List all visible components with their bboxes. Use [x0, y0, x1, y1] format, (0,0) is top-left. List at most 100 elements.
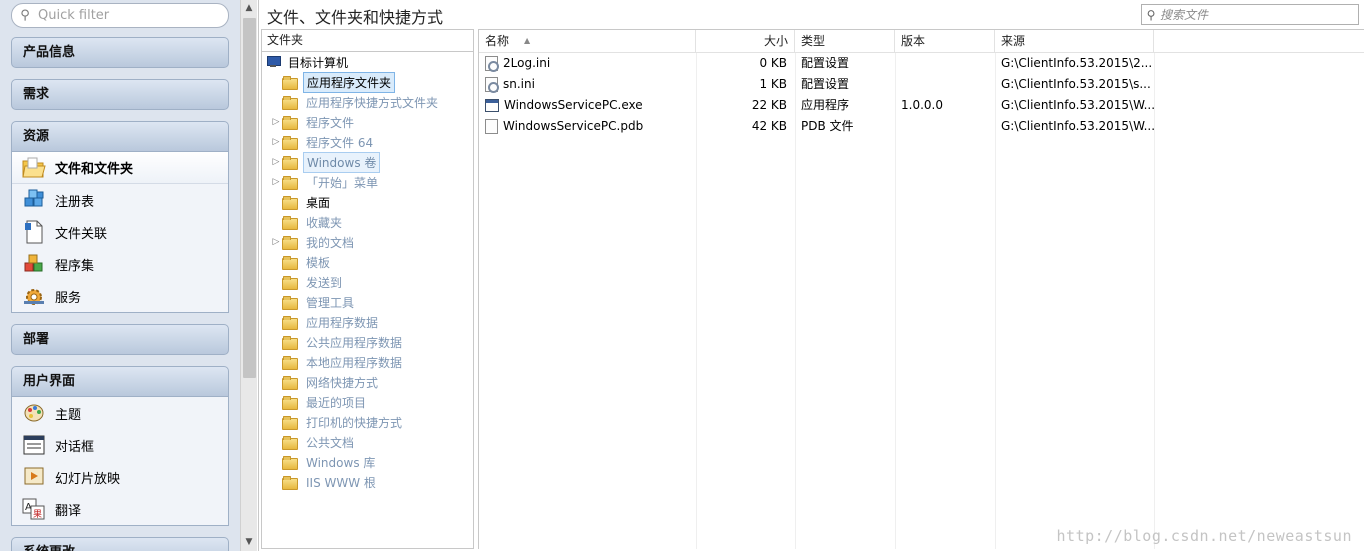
column-header-type[interactable]: 类型: [795, 30, 895, 53]
nav-item-services[interactable]: 服务: [12, 280, 228, 312]
folder-icon: [282, 436, 298, 450]
column-header-size[interactable]: 大小: [696, 30, 795, 53]
file-name-cell: 2Log.ini: [479, 53, 696, 74]
file-type: 配置设置: [801, 56, 850, 70]
tree-item[interactable]: 打印机的快捷方式: [262, 412, 473, 432]
nav-group-header-user-interface[interactable]: 用户界面: [11, 366, 229, 397]
folder-icon: [282, 476, 298, 490]
nav-item-label: 注册表: [55, 194, 95, 210]
nav-group-body-resources: 文件和文件夹 注册表 文件关联 程序集 服务: [11, 152, 229, 313]
folder-icon: [282, 196, 298, 210]
expand-arrow-icon[interactable]: ▷: [270, 137, 282, 147]
tree-children: 应用程序文件夹 应用程序快捷方式文件夹 ▷ 程序文件 ▷ 程序文件 64 ▷ Windows …: [262, 71, 473, 492]
sort-ascending-icon: ▲: [524, 36, 531, 45]
tree-item[interactable]: 发送到: [262, 272, 473, 292]
tree-item-label: 收藏夹: [306, 215, 343, 230]
tree-item[interactable]: IIS WWW 根: [262, 472, 473, 492]
tree-item-label: 打印机的快捷方式: [306, 415, 403, 430]
quick-filter-box[interactable]: ⚲: [11, 3, 229, 28]
nav-item-dialogs[interactable]: 对话框: [12, 429, 228, 461]
tree-item[interactable]: 桌面: [262, 192, 473, 212]
tree-item[interactable]: 公共应用程序数据: [262, 332, 473, 352]
nav-item-files-folders[interactable]: 文件和文件夹: [12, 152, 228, 184]
tree-item[interactable]: 网络快捷方式: [262, 372, 473, 392]
folder-icon: [282, 156, 298, 170]
nav-group-header-product-info[interactable]: 产品信息: [11, 37, 229, 68]
nav-group-header-resources[interactable]: 资源: [11, 121, 229, 152]
nav-item-file-associations[interactable]: 文件关联: [12, 216, 228, 248]
folder-icon: [282, 416, 298, 430]
tree-item-label: 「开始」菜单: [306, 175, 379, 190]
expand-arrow-icon[interactable]: ▷: [270, 237, 282, 247]
left-nav-scrollbar[interactable]: ▲ ▼: [240, 0, 257, 551]
exe-file-icon: [485, 99, 499, 112]
search-icon: ⚲: [1146, 7, 1156, 22]
left-navigation-panel: ⚲ 产品信息 需求 资源 文件和文件夹 注册表: [0, 0, 240, 551]
file-size: 42 KB: [751, 119, 787, 133]
tree-item-label: 模板: [306, 255, 331, 270]
tree-item[interactable]: 公共文档: [262, 432, 473, 452]
computer-icon: [265, 56, 281, 68]
nav-item-label: 主题: [55, 407, 82, 423]
column-header-source[interactable]: 来源: [995, 30, 1154, 53]
tree-item-label: Windows 卷: [303, 151, 381, 173]
scroll-up-icon[interactable]: ▲: [241, 0, 257, 17]
nav-item-slideshow[interactable]: 幻灯片放映: [12, 461, 228, 493]
open-folder-icon: [21, 156, 47, 180]
tree-item-label: 桌面: [306, 195, 331, 210]
nav-item-registry[interactable]: 注册表: [12, 184, 228, 216]
nav-group-body-user-interface: 主题 对话框 幻灯片放映 A果 翻译: [11, 397, 229, 526]
file-row[interactable]: sn.ini 1 KB 配置设置 G:\ClientInfo.53.2015\s...: [479, 74, 1364, 95]
nav-item-label: 服务: [55, 290, 82, 306]
file-type: 应用程序: [801, 98, 850, 112]
tree-item[interactable]: ▷ Windows 卷: [262, 151, 473, 173]
tree-item[interactable]: 应用程序文件夹: [262, 71, 473, 93]
tree-item[interactable]: 本地应用程序数据: [262, 352, 473, 372]
scrollbar-thumb[interactable]: [243, 18, 256, 378]
tree-item[interactable]: 最近的项目: [262, 392, 473, 412]
nav-group-header-system-changes[interactable]: 系统更改: [11, 537, 229, 551]
tree-item[interactable]: 收藏夹: [262, 212, 473, 232]
main-content: 文件、文件夹和快捷方式 ⚲ 文件夹 目标计算机 应用程序文件夹应用程序快捷方式文…: [258, 0, 1364, 551]
file-search-input[interactable]: [1160, 7, 1350, 22]
tree-item[interactable]: 应用程序快捷方式文件夹: [262, 92, 473, 112]
file-row[interactable]: WindowsServicePC.exe 22 KB 应用程序 1.0.0.0 G:\C…: [479, 95, 1364, 116]
nav-group-header-deployment[interactable]: 部署: [11, 324, 229, 355]
nav-item-translation[interactable]: A果 翻译: [12, 493, 228, 525]
tree-item-label: Windows 库: [306, 455, 376, 470]
expand-arrow-icon[interactable]: ▷: [270, 177, 282, 187]
slideshow-icon: [21, 465, 47, 489]
column-divider: [795, 53, 796, 549]
file-row[interactable]: 2Log.ini 0 KB 配置设置 G:\ClientInfo.53.2015\2.…: [479, 53, 1364, 74]
tree-item-label: 公共文档: [306, 435, 355, 450]
tree-item[interactable]: ▷ 我的文档: [262, 232, 473, 252]
file-name-cell: sn.ini: [479, 74, 696, 95]
quick-filter-input[interactable]: [38, 8, 218, 23]
nav-group-header-requirements[interactable]: 需求: [11, 79, 229, 110]
tree-item[interactable]: ▷ 「开始」菜单: [262, 172, 473, 192]
tree-item[interactable]: 应用程序数据: [262, 312, 473, 332]
registry-cubes-icon: [21, 188, 47, 212]
file-list: 2Log.ini 0 KB 配置设置 G:\ClientInfo.53.2015\2.…: [479, 53, 1364, 137]
tree-item[interactable]: 模板: [262, 252, 473, 272]
watermark-text: http://blog.csdn.net/neweastsun: [1056, 527, 1352, 545]
expand-arrow-icon[interactable]: ▷: [270, 157, 282, 167]
nav-item-assemblies[interactable]: 程序集: [12, 248, 228, 280]
tree-item[interactable]: 管理工具: [262, 292, 473, 312]
column-header-version[interactable]: 版本: [895, 30, 995, 53]
tree-item[interactable]: ▷ 程序文件 64: [262, 132, 473, 152]
tree-item-target-computer[interactable]: 目标计算机: [262, 52, 473, 72]
file-search-box[interactable]: ⚲: [1141, 4, 1359, 25]
palette-icon: [21, 401, 47, 425]
nav-item-themes[interactable]: 主题: [12, 397, 228, 429]
file-row[interactable]: WindowsServicePC.pdb 42 KB PDB 文件 G:\Client…: [479, 116, 1364, 137]
column-header-name[interactable]: 名称 ▲: [479, 30, 696, 53]
tree-item-label: 最近的项目: [306, 395, 367, 410]
file-size: 22 KB: [751, 98, 787, 112]
tree-item[interactable]: Windows 库: [262, 452, 473, 472]
tree-item-label: 本地应用程序数据: [306, 355, 403, 370]
scroll-down-icon[interactable]: ▼: [241, 534, 257, 551]
tree-item[interactable]: ▷ 程序文件: [262, 112, 473, 132]
expand-arrow-icon[interactable]: ▷: [270, 117, 282, 127]
folder-icon: [282, 116, 298, 130]
